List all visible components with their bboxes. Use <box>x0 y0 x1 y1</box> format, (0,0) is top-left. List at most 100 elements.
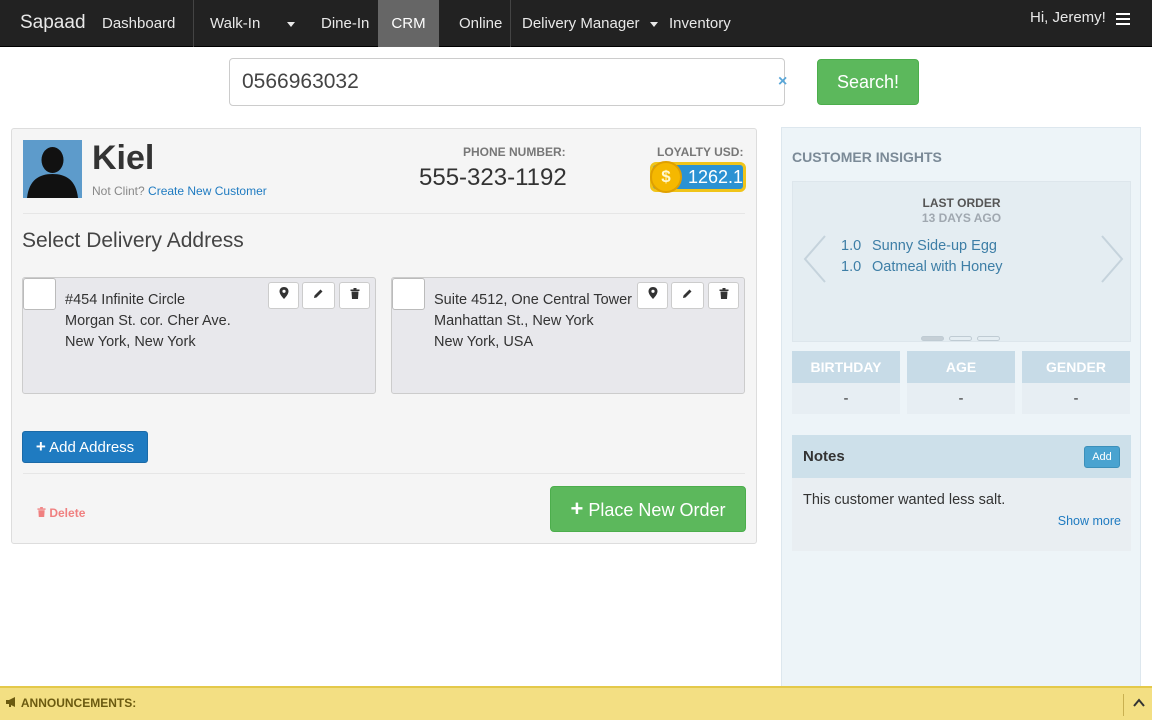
customer-panel: Kiel Not Clint? Create New Customer PHON… <box>11 128 757 544</box>
delete-address-button[interactable] <box>339 282 370 309</box>
last-order-ago: 13 DAYS AGO <box>921 211 1002 225</box>
address-select-checkbox[interactable] <box>392 278 425 310</box>
stat-label: GENDER <box>1022 351 1130 383</box>
phone-label: PHONE NUMBER: <box>463 145 566 159</box>
phone-number: 555-323-1192 <box>419 164 567 191</box>
order-item-qty: 1.0 <box>841 259 862 275</box>
gender-stat: GENDER - <box>1022 351 1130 414</box>
nav-dashboard[interactable]: Dashboard <box>102 0 175 47</box>
order-items: 1.0 Sunny Side-up Egg 1.0 Oatmeal with Hon… <box>841 236 1003 278</box>
notes-body: This customer wanted less salt. Show mor… <box>792 478 1131 551</box>
address-lines: #454 Infinite Circle Morgan St. cor. Che… <box>65 290 231 353</box>
carousel-indicators <box>921 328 1005 346</box>
chevron-right-icon[interactable] <box>1099 234 1125 284</box>
order-item: 1.0 Oatmeal with Honey <box>841 257 1003 278</box>
user-silhouette-icon <box>23 140 82 198</box>
chevron-down-icon <box>287 21 295 27</box>
insights-title: CUSTOMER INSIGHTS <box>792 149 942 165</box>
place-new-order-button[interactable]: + Place New Order <box>550 486 746 532</box>
delete-address-button[interactable] <box>708 282 739 309</box>
stat-value: - <box>792 383 900 414</box>
trash-icon <box>350 288 359 299</box>
place-order-label: Place New Order <box>588 500 726 520</box>
nav-dine-in[interactable]: Dine-In <box>321 0 369 47</box>
stat-value: - <box>1022 383 1130 414</box>
divider <box>23 213 745 214</box>
search-button[interactable]: Search! <box>817 59 919 105</box>
note-text: This customer wanted less salt. <box>803 492 1006 508</box>
user-greeting[interactable]: Hi, Jeremy! <box>1030 0 1106 41</box>
create-customer-link[interactable]: Create New Customer <box>148 184 267 198</box>
address-line: Suite 4512, One Central Tower <box>434 292 633 308</box>
address-card[interactable]: Suite 4512, One Central Tower Manhattan … <box>391 277 745 394</box>
map-marker-icon <box>279 287 288 299</box>
last-order-label: LAST ORDER <box>922 196 1001 210</box>
coin-icon: $ <box>650 161 682 193</box>
customer-insights-panel: CUSTOMER INSIGHTS LAST ORDER 13 DAYS AGO… <box>781 127 1141 693</box>
plus-icon: + <box>570 496 584 521</box>
nav-divider <box>510 0 511 47</box>
order-item-qty: 1.0 <box>841 238 862 254</box>
search-input[interactable] <box>242 67 762 97</box>
nav-online[interactable]: Online <box>459 0 502 47</box>
address-lines: Suite 4512, One Central Tower Manhattan … <box>434 290 632 353</box>
search-box: × <box>229 58 787 106</box>
address-line: Manhattan St., New York <box>434 313 594 329</box>
divider <box>23 473 745 474</box>
order-item-name: Oatmeal with Honey <box>872 259 1003 275</box>
carousel-indicator[interactable] <box>921 336 944 341</box>
address-card[interactable]: #454 Infinite Circle Morgan St. cor. Che… <box>22 277 376 394</box>
last-order-carousel: LAST ORDER 13 DAYS AGO 1.0 Sunny Side-up … <box>792 181 1131 342</box>
order-item-name: Sunny Side-up Egg <box>872 238 997 254</box>
nav-inventory[interactable]: Inventory <box>669 0 731 47</box>
menu-icon[interactable] <box>1116 13 1130 25</box>
nav-delivery-manager-label: Delivery Manager <box>522 15 640 32</box>
chevron-up-icon[interactable] <box>1133 697 1145 709</box>
delivery-address-title: Select Delivery Address <box>22 229 244 252</box>
loyalty-badge: $ 1262.1 <box>650 161 746 193</box>
address-line: #454 Infinite Circle <box>65 292 186 308</box>
show-more-link[interactable]: Show more <box>1058 514 1121 528</box>
age-stat: AGE - <box>907 351 1015 414</box>
nav-walk-in[interactable]: Walk-In <box>210 0 260 47</box>
carousel-indicator[interactable] <box>949 336 972 341</box>
brand-logo[interactable]: Sapaad <box>20 12 86 34</box>
carousel-indicator[interactable] <box>977 336 1000 341</box>
add-note-button[interactable]: Add <box>1084 446 1120 468</box>
stat-label: AGE <box>907 351 1015 383</box>
chevron-left-icon[interactable] <box>802 234 828 284</box>
plus-icon: + <box>35 437 46 456</box>
address-select-checkbox[interactable] <box>23 278 56 310</box>
edit-address-button[interactable] <box>302 282 335 309</box>
add-address-label: Add Address <box>49 439 135 456</box>
delete-label: Delete <box>49 506 86 520</box>
not-client-text: Not Clint? Create New Customer <box>92 184 267 198</box>
nav-divider <box>193 0 194 47</box>
walk-in-dropdown-toggle[interactable] <box>287 0 295 47</box>
nav-delivery-manager[interactable]: Delivery Manager <box>522 0 658 47</box>
announcements-bar: ANNOUNCEMENTS: <box>0 686 1152 720</box>
address-line: Morgan St. cor. Cher Ave. <box>65 313 231 329</box>
edit-address-button[interactable] <box>671 282 704 309</box>
add-address-button[interactable]: + Add Address <box>22 431 148 463</box>
birthday-stat: BIRTHDAY - <box>792 351 900 414</box>
not-client-label: Not Clint? <box>92 184 145 198</box>
stat-value: - <box>907 383 1015 414</box>
avatar <box>23 140 82 198</box>
address-line: New York, New York <box>65 334 196 350</box>
map-marker-button[interactable] <box>637 282 668 309</box>
map-marker-icon <box>648 287 657 299</box>
pencil-icon <box>683 289 692 298</box>
chevron-down-icon <box>649 21 658 27</box>
customer-name: Kiel <box>92 139 155 177</box>
clear-icon[interactable]: × <box>778 73 787 91</box>
map-marker-button[interactable] <box>268 282 299 309</box>
loyalty-label: LOYALTY USD: <box>657 145 744 159</box>
notes-header: Notes Add <box>792 435 1131 478</box>
nav-crm[interactable]: CRM <box>378 0 439 47</box>
pencil-icon <box>314 289 323 298</box>
stat-label: BIRTHDAY <box>792 351 900 383</box>
divider <box>1123 694 1124 716</box>
announcements-label: ANNOUNCEMENTS: <box>6 696 136 710</box>
delete-customer-link[interactable]: Delete <box>37 506 85 520</box>
